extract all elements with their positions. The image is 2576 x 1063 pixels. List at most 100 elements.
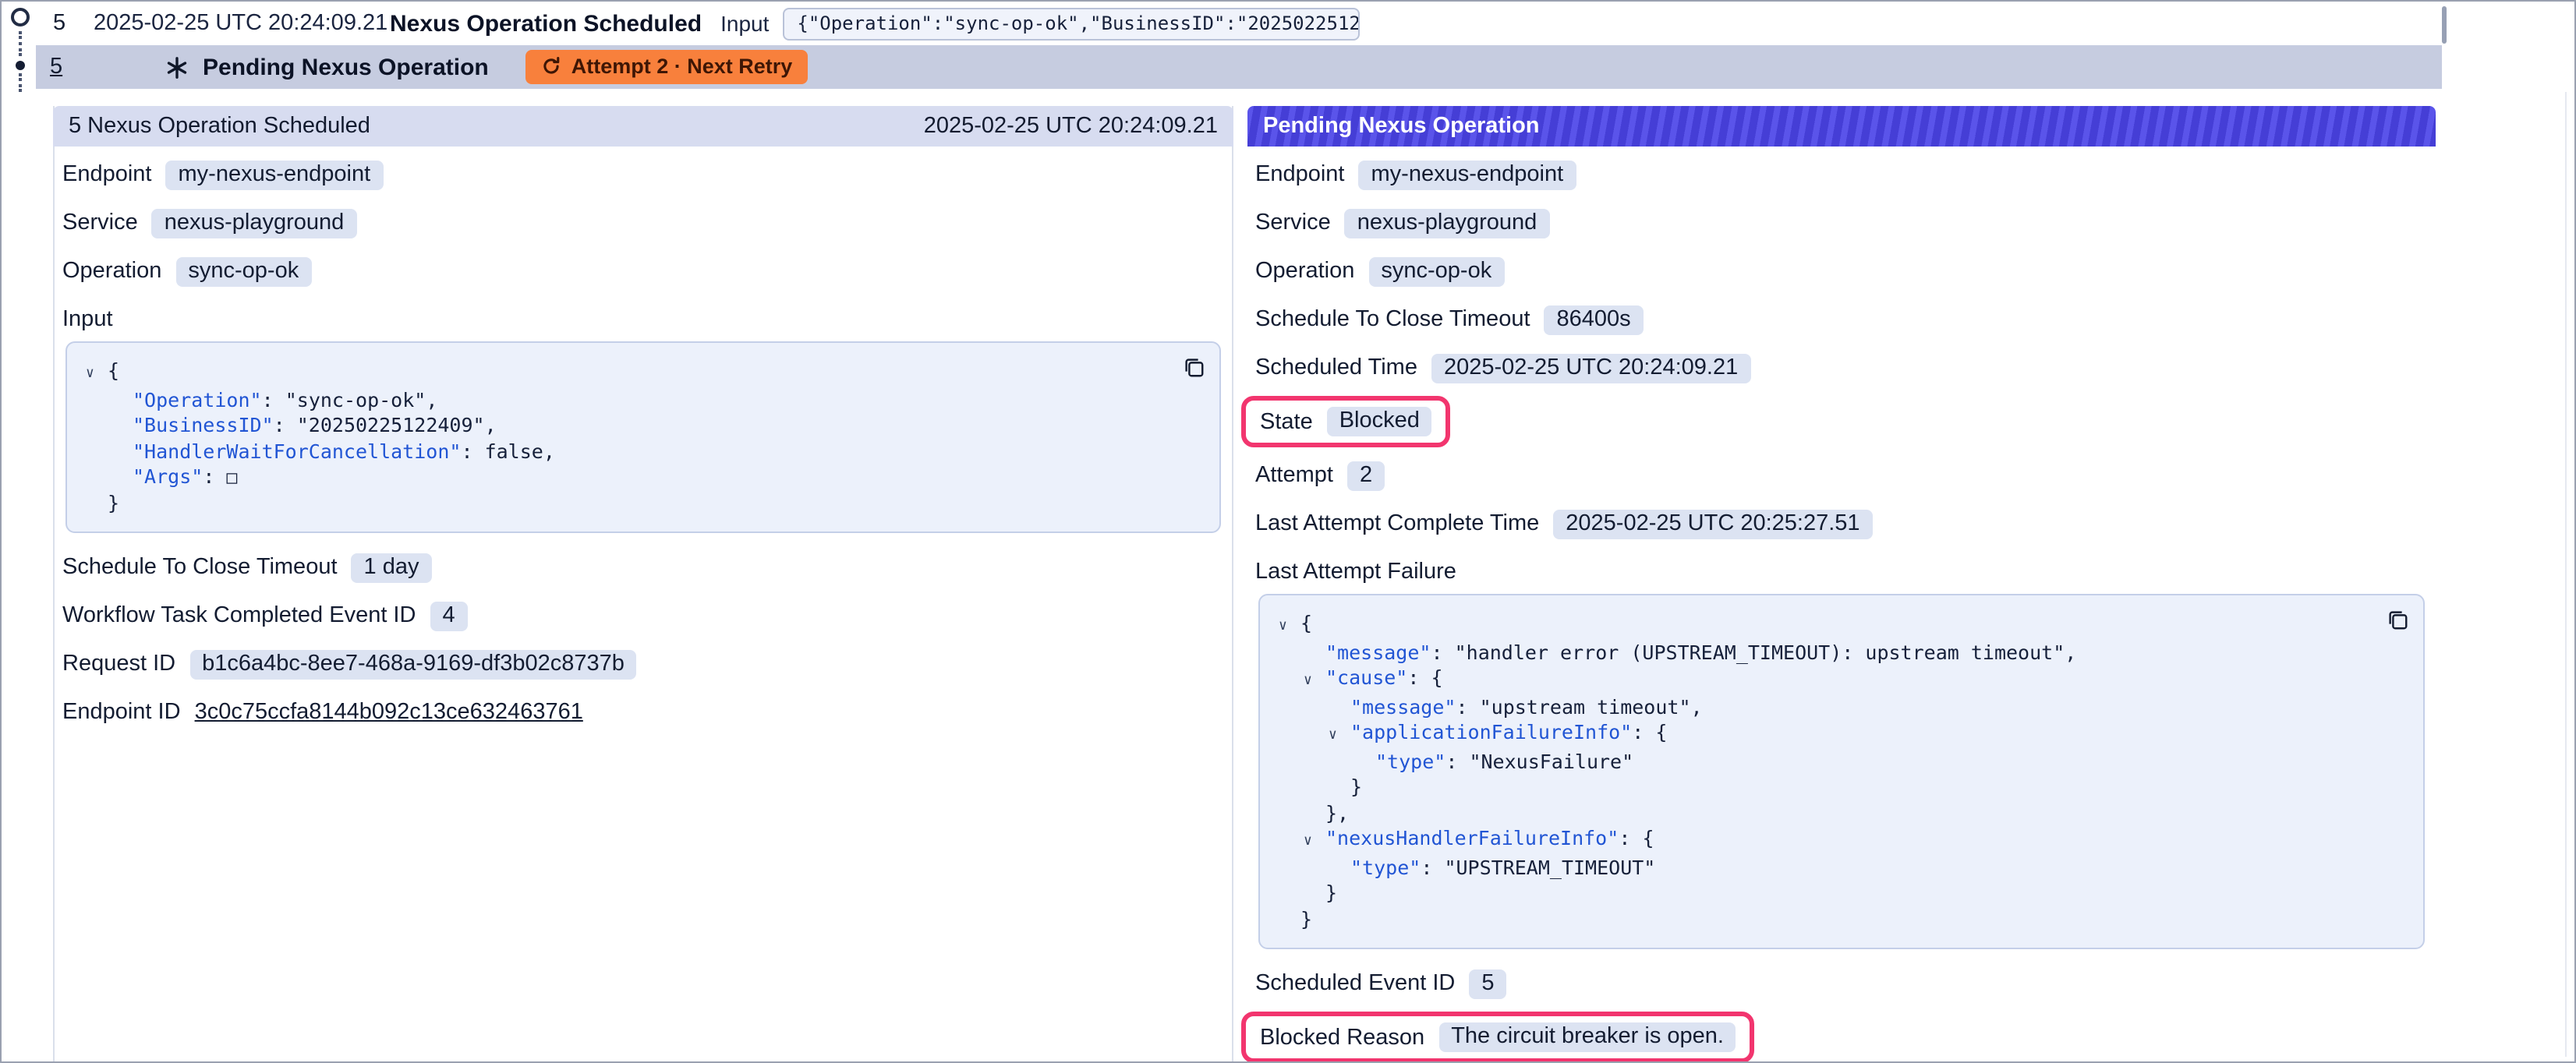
code-line: }	[1263, 775, 2367, 800]
code-token: ,	[2065, 640, 2076, 666]
code-token: "UPSTREAM_TIMEOUT"	[1444, 855, 1655, 881]
collapse-chevron-icon[interactable]: ∨	[1279, 611, 1300, 640]
field-value-badge: my-nexus-endpoint	[1359, 160, 1576, 189]
annotation-highlight: Blocked Reason The circuit breaker is op…	[1241, 1012, 1755, 1063]
collapse-chevron-icon[interactable]: ∨	[1304, 826, 1325, 855]
code-token: "type"	[1350, 855, 1421, 881]
field-label: Endpoint ID	[62, 700, 181, 725]
endpoint-id-link[interactable]: 3c0c75ccfa8144b092c13ce632463761	[195, 700, 583, 725]
event-input-label: Input	[720, 11, 769, 36]
code-token: {	[1431, 666, 1443, 694]
code-line: ∨{	[1263, 611, 2367, 640]
field-service: Service nexus-playground	[1255, 207, 2428, 238]
chevron-spacer	[1304, 881, 1325, 906]
field-label: Operation	[62, 259, 161, 284]
retry-icon	[542, 56, 562, 76]
collapse-chevron-icon[interactable]: ∨	[1329, 720, 1350, 749]
field-endpoint: Endpoint my-nexus-endpoint	[62, 159, 1224, 190]
field-label: Blocked Reason	[1260, 1025, 1424, 1050]
chevron-spacer	[111, 439, 133, 464]
chevron-spacer	[1279, 906, 1300, 932]
attempt-badge: Attempt 2 · Next Retry	[526, 50, 809, 84]
pending-operation-panel: Pending Nexus Operation Endpoint my-nexu…	[1247, 106, 2436, 1063]
field-scheduled-event-id: Scheduled Event ID 5	[1255, 968, 2428, 999]
field-value-badge: nexus-playground	[152, 208, 357, 238]
collapse-chevron-icon[interactable]: ∨	[1304, 666, 1325, 694]
state-badge: Blocked	[1327, 407, 1432, 436]
code-token: ,	[485, 413, 497, 439]
field-value-badge: nexus-playground	[1345, 208, 1550, 238]
code-line: "Args": □	[70, 464, 1163, 490]
code-token: :	[1407, 666, 1431, 694]
field-label: Service	[1255, 210, 1331, 235]
code-line: "HandlerWaitForCancellation": false,	[70, 439, 1163, 464]
failure-section-label: Last Attempt Failure	[1255, 556, 2428, 588]
timeline-dotted-line	[19, 73, 22, 92]
code-token: "nexusHandlerFailureInfo"	[1325, 826, 1619, 855]
code-token: ,	[426, 387, 437, 413]
field-label: Request ID	[62, 652, 175, 676]
field-attempt: Attempt 2	[1255, 460, 2428, 491]
field-schedule-to-close-timeout: Schedule To Close Timeout 86400s	[1255, 304, 2428, 335]
code-line: },	[1263, 800, 2367, 826]
attempt-badge-label: Attempt 2 · Next Retry	[571, 55, 793, 78]
asterisk-icon	[165, 55, 189, 79]
field-operation: Operation sync-op-ok	[1255, 256, 2428, 287]
code-token: :	[262, 387, 285, 413]
field-label: Scheduled Event ID	[1255, 971, 1455, 996]
timeline-current-dot-icon	[16, 61, 25, 70]
pending-event-title: Pending Nexus Operation	[203, 54, 489, 80]
event-row-nexus-scheduled[interactable]: 5 2025-02-25 UTC 20:24:09.21 Nexus Opera…	[42, 2, 1360, 45]
code-line: }	[1263, 906, 2367, 932]
copy-icon[interactable]	[1182, 355, 1205, 379]
field-label: Last Attempt Complete Time	[1255, 511, 1539, 536]
field-value-badge: 86400s	[1545, 305, 1644, 334]
field-workflow-task-completed-event-id: Workflow Task Completed Event ID 4	[62, 600, 1224, 631]
code-line: "message": "upstream timeout",	[1263, 694, 2367, 720]
chevron-spacer	[1353, 749, 1375, 775]
code-token: :	[1632, 720, 1655, 749]
window-scrollbar-track[interactable]	[2565, 92, 2567, 1057]
code-token: "Operation"	[133, 387, 262, 413]
chevron-spacer	[86, 490, 108, 516]
field-label: Schedule To Close Timeout	[62, 555, 338, 580]
copy-icon[interactable]	[2386, 608, 2409, 631]
blocked-reason-badge: The circuit breaker is open.	[1438, 1022, 1736, 1052]
code-token: "type"	[1375, 749, 1445, 775]
code-token: "NexusFailure"	[1469, 749, 1633, 775]
field-value-badge: sync-op-ok	[1368, 256, 1504, 286]
code-token: }	[1325, 881, 1337, 906]
timeline-marker-icon	[11, 8, 30, 26]
code-token: {	[1642, 826, 1654, 855]
field-value-badge: b1c6a4bc-8ee7-468a-9169-df3b02c8737b	[189, 649, 637, 679]
collapse-chevron-icon[interactable]: ∨	[86, 358, 108, 387]
code-line: "type": "NexusFailure"	[1263, 749, 2367, 775]
field-state: State Blocked	[1255, 396, 2428, 447]
field-label: Endpoint	[62, 162, 152, 187]
event-row-pending-nexus[interactable]: 5 Pending Nexus Operation Attempt 2 · Ne…	[36, 45, 2442, 89]
field-value-badge: sync-op-ok	[175, 256, 311, 286]
field-value-badge: 2025-02-25 UTC 20:24:09.21	[1431, 353, 1750, 383]
code-token: :	[274, 413, 297, 439]
field-value-badge: 4	[430, 601, 467, 630]
code-token: "HandlerWaitForCancellation"	[133, 439, 461, 464]
code-line: ∨"nexusHandlerFailureInfo": {	[1263, 826, 2367, 855]
code-token: ,	[543, 439, 555, 464]
field-label: Operation	[1255, 259, 1354, 284]
field-value-badge: 2	[1347, 461, 1385, 490]
timeline-dotted-line	[19, 31, 22, 56]
code-line: ∨"cause": {	[1263, 666, 2367, 694]
history-scrollbar-thumb[interactable]	[2442, 6, 2447, 44]
field-label: Service	[62, 210, 138, 235]
chevron-spacer	[1329, 855, 1350, 881]
code-line: }	[70, 490, 1163, 516]
code-line: }	[1263, 881, 2367, 906]
app-window: 5 2025-02-25 UTC 20:24:09.21 Nexus Opera…	[0, 0, 2576, 1063]
code-line: ∨"applicationFailureInfo": {	[1263, 720, 2367, 749]
code-token: "20250225122409"	[297, 413, 485, 439]
code-token: "Args"	[133, 464, 203, 490]
code-token: "upstream timeout"	[1480, 694, 1691, 720]
pending-header: Pending Nexus Operation	[1247, 106, 2436, 147]
event-id-link[interactable]: 5	[50, 55, 78, 79]
code-token: :	[1445, 749, 1469, 775]
